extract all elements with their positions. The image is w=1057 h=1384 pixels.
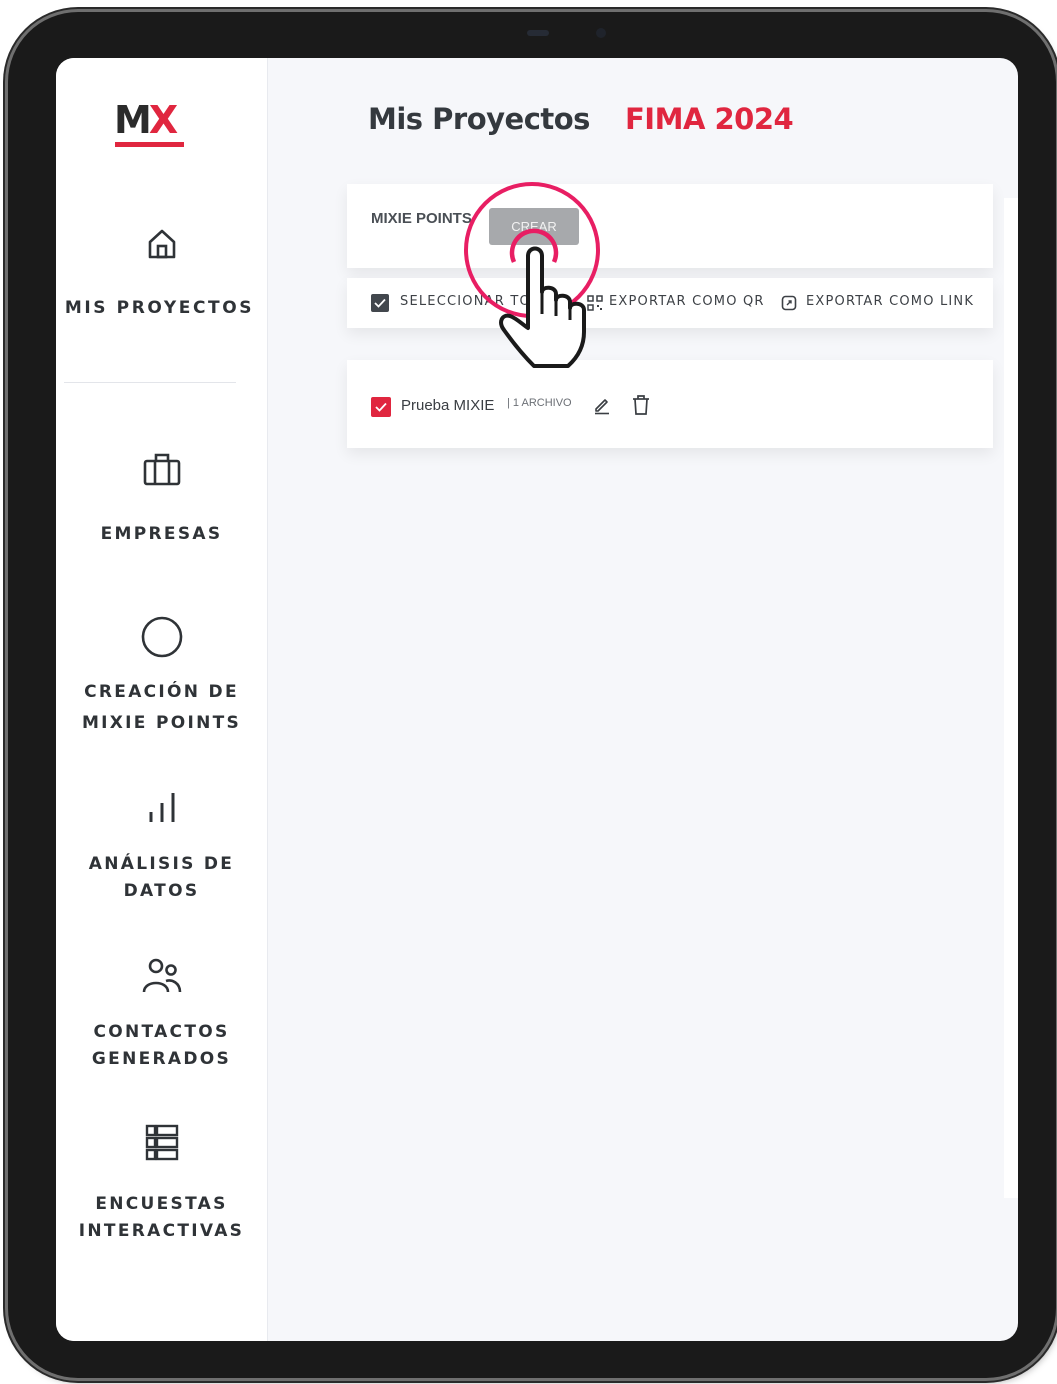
sidebar-item-label: MIS PROYECTOS	[64, 298, 255, 318]
home-icon	[148, 229, 175, 259]
sidebar-item-label: MIXIE POINTS	[81, 713, 242, 733]
sidebar-item-contactos-generados[interactable]: CONTACTOS GENERADOS	[56, 954, 267, 1074]
export-link-button[interactable]: EXPORTAR COMO LINK	[806, 294, 974, 309]
trash-icon[interactable]	[631, 394, 651, 416]
scrollbar-track[interactable]	[1004, 198, 1018, 1198]
logo-letter-m: M	[114, 98, 152, 142]
select-all-checkbox[interactable]	[371, 294, 389, 312]
bar-chart-icon	[149, 793, 174, 822]
sidebar-item-label: ANÁLISIS DE	[88, 854, 235, 874]
logo-underline	[115, 142, 184, 147]
app-logo[interactable]: MX	[114, 100, 186, 148]
pencil-icon[interactable]	[592, 395, 612, 415]
check-icon	[374, 298, 386, 308]
sidebar-item-encuestas-interactivas[interactable]: ENCUESTAS INTERACTIVAS	[56, 1122, 267, 1246]
page-title: Mis Proyectos	[368, 102, 590, 136]
users-icon	[142, 958, 181, 993]
logo-letter-x: X	[148, 98, 178, 142]
sidebar-item-label: DATOS	[123, 881, 200, 901]
list-icon	[145, 1124, 178, 1161]
sidebar-item-label: CREACIÓN DE	[84, 682, 239, 702]
tap-gesture-icon	[464, 182, 600, 368]
sidebar-item-label: INTERACTIVAS	[78, 1221, 245, 1241]
row-name[interactable]: Prueba MIXIE	[401, 397, 494, 414]
sidebar-divider	[64, 382, 236, 383]
sidebar-item-empresas[interactable]: EMPRESAS	[56, 448, 267, 549]
mixie-points-label: MIXIE POINTS	[371, 210, 472, 227]
link-icon	[781, 295, 797, 311]
export-qr-button[interactable]: EXPORTAR COMO QR	[609, 294, 765, 309]
row-checkbox[interactable]	[371, 397, 391, 417]
sidebar-item-label: GENERADOS	[91, 1049, 232, 1069]
sidebar-item-creacion-mixie-points[interactable]: CREACIÓN DE MIXIE POINTS	[56, 614, 267, 738]
sidebar-item-label: ENCUESTAS	[95, 1194, 228, 1214]
project-name: FIMA 2024	[625, 102, 794, 136]
sidebar-item-mis-proyectos[interactable]: MIS PROYECTOS	[56, 222, 267, 323]
mixie-points-card: MIXIE POINTS CREAR	[347, 184, 993, 268]
row-file-count: | 1 ARCHIVO	[507, 397, 572, 409]
sidebar-item-label: CONTACTOS	[93, 1022, 230, 1042]
sidebar: MX MIS PROYECTOS EMPRESAS CREACIÓN DE MI…	[56, 58, 268, 1341]
list-item: Prueba MIXIE | 1 ARCHIVO	[347, 360, 993, 448]
check-icon	[375, 402, 387, 412]
sidebar-item-analisis-datos[interactable]: ANÁLISIS DE DATOS	[56, 788, 267, 906]
actions-bar: SELECCIONAR TO EXPORTAR COMO QR EXPORTAR…	[347, 278, 993, 328]
circle-icon	[141, 616, 182, 658]
sidebar-item-label: EMPRESAS	[100, 524, 223, 544]
briefcase-icon	[143, 453, 180, 486]
camera-lens	[596, 28, 606, 38]
camera-sensor	[527, 30, 549, 36]
